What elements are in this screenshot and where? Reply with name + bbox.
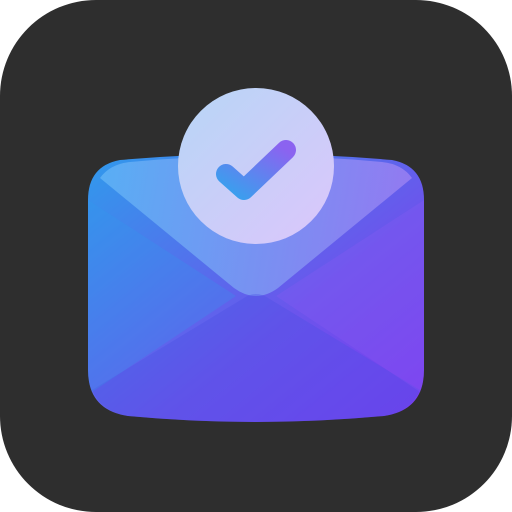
check-badge-icon bbox=[178, 88, 334, 244]
app-icon[interactable] bbox=[0, 0, 512, 512]
app-icon-graphic bbox=[0, 0, 512, 512]
